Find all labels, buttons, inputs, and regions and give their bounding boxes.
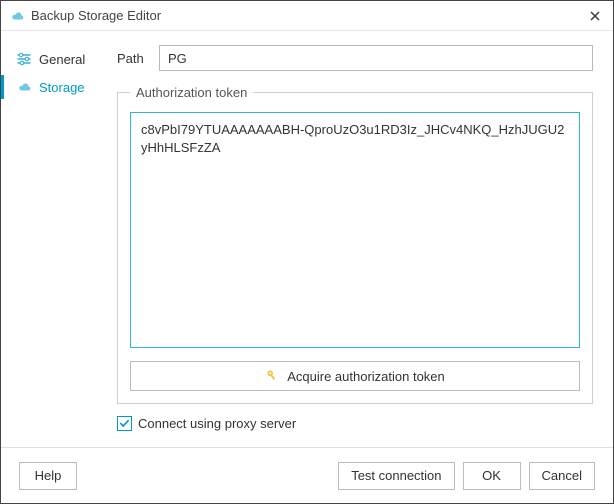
key-icon: [265, 368, 279, 385]
acquire-authorization-token-button[interactable]: Acquire authorization token: [130, 361, 580, 391]
path-input[interactable]: [159, 45, 593, 71]
help-button[interactable]: Help: [19, 462, 77, 490]
backup-storage-editor-window: Backup Storage Editor General Storage Pa…: [0, 0, 614, 504]
sliders-icon: [15, 50, 33, 68]
sidebar-item-label: Storage: [39, 80, 85, 95]
cancel-button[interactable]: Cancel: [529, 462, 595, 490]
sidebar-item-label: General: [39, 52, 85, 67]
ok-button[interactable]: OK: [463, 462, 521, 490]
cloud-icon: [9, 8, 25, 24]
window-title: Backup Storage Editor: [31, 8, 585, 23]
sidebar-item-general[interactable]: General: [1, 45, 117, 73]
authorization-token-legend: Authorization token: [130, 85, 253, 100]
proxy-checkbox[interactable]: [117, 416, 132, 431]
authorization-token-group: Authorization token c8vPbI79YTUAAAAAAABH…: [117, 85, 593, 404]
proxy-label: Connect using proxy server: [138, 416, 296, 431]
test-connection-button[interactable]: Test connection: [338, 462, 454, 490]
titlebar: Backup Storage Editor: [1, 1, 613, 31]
check-icon: [119, 418, 130, 429]
close-icon: [590, 11, 600, 21]
content-panel: Path Authorization token c8vPbI79YTUAAAA…: [117, 31, 613, 447]
footer: Help Test connection OK Cancel: [1, 447, 613, 503]
acquire-button-label: Acquire authorization token: [287, 369, 445, 384]
dialog-body: General Storage Path Authorization token…: [1, 31, 613, 447]
cloud-icon: [15, 78, 33, 96]
path-row: Path: [117, 45, 593, 71]
sidebar: General Storage: [1, 31, 117, 447]
path-label: Path: [117, 51, 159, 66]
proxy-row: Connect using proxy server: [117, 416, 593, 431]
sidebar-item-storage[interactable]: Storage: [1, 73, 117, 101]
close-button[interactable]: [585, 6, 605, 26]
authorization-token-input[interactable]: c8vPbI79YTUAAAAAAABH-QproUzO3u1RD3Iz_JHC…: [130, 112, 580, 348]
